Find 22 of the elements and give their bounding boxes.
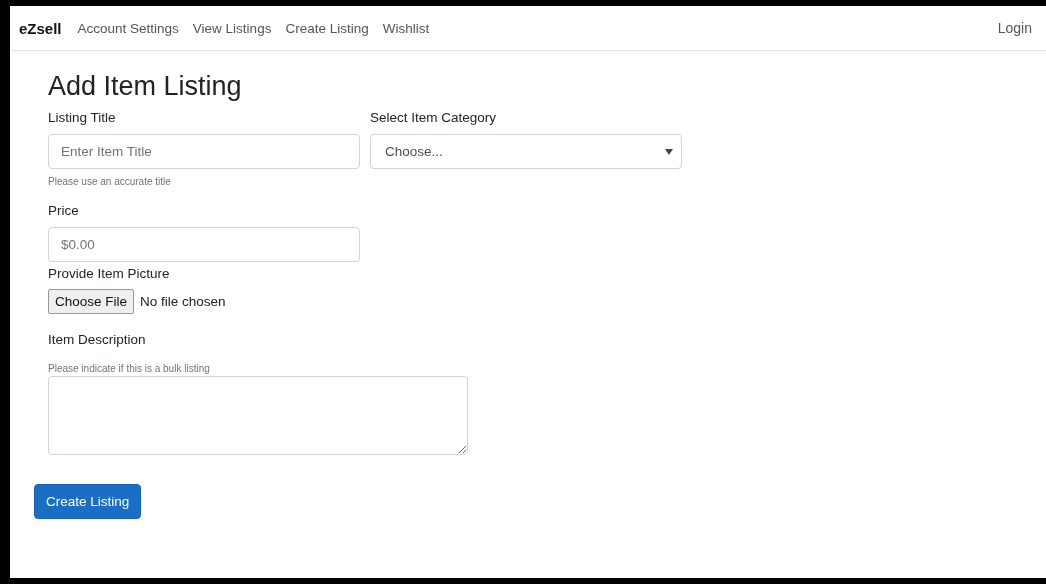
category-dropdown[interactable]: Choose... — [370, 134, 682, 169]
brand-logo[interactable]: eZsell — [19, 19, 62, 37]
file-status: No file chosen — [140, 294, 226, 309]
field-label: Select Item Category — [370, 110, 497, 125]
nav-link[interactable]: View Listings — [192, 20, 272, 36]
create-listing-button[interactable]: Create Listing — [34, 484, 142, 519]
help-text: Please indicate if this is a bulk listing — [48, 363, 210, 374]
caret-icon — [665, 148, 673, 155]
page-title: Add Item Listing — [48, 71, 242, 102]
nav-link[interactable]: Account Settings — [77, 20, 179, 36]
price-input[interactable]: $0.00 — [48, 227, 360, 262]
login-link[interactable]: Login — [997, 20, 1032, 36]
field-label: Item Description — [48, 332, 146, 347]
choose-file-button[interactable]: Choose File — [48, 289, 135, 314]
title-input[interactable]: Enter Item Title — [48, 134, 360, 169]
field-label: Listing Title — [48, 110, 116, 125]
nav-link[interactable]: Create Listing — [285, 20, 369, 36]
help-text: Please use an accurate title — [48, 176, 171, 187]
field-label: Provide Item Picture — [48, 266, 170, 281]
description-textarea[interactable] — [48, 376, 468, 455]
nav-link[interactable]: Wishlist — [382, 20, 430, 36]
field-label: Price — [48, 203, 79, 218]
